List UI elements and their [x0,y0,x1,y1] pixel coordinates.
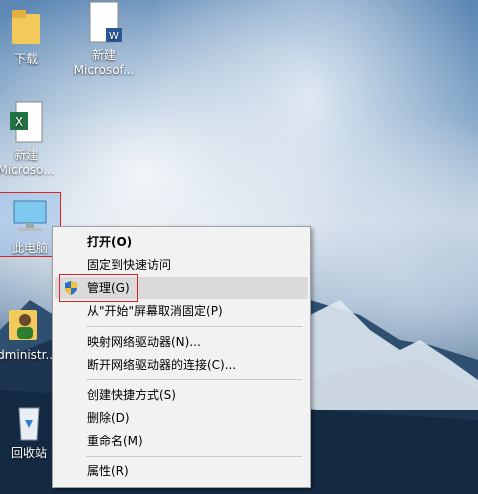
menu-item-disconnect-network-drive[interactable]: 断开网络驱动器的连接(C)... [55,354,308,376]
excel-doc-icon: X [6,100,46,146]
menu-item-properties[interactable]: 属性(R) [55,460,308,482]
icon-label: 新建 Microso... [0,148,55,177]
icon-label: 新建 Microsof... [73,48,135,77]
icon-label: 下载 [13,52,38,66]
menu-item-delete[interactable]: 删除(D) [55,407,308,429]
menu-item-unpin-start[interactable]: 从"开始"屏幕取消固定(P) [55,300,308,322]
folder-icon [6,4,46,50]
menu-item-manage[interactable]: 管理(G) [55,277,308,299]
context-menu: 打开(O) 固定到快速访问 管理(G) 从"开始"屏幕取消固定(P) 映射网络驱… [52,226,311,488]
menu-separator [86,379,302,380]
menu-item-label: 管理(G) [87,281,130,295]
desktop-icon-this-pc[interactable]: 此电脑 [0,192,61,257]
desktop-icon-downloads[interactable]: 下载 [0,4,61,67]
icon-label: 此电脑 [11,241,48,255]
menu-item-map-network-drive[interactable]: 映射网络驱动器(N)... [55,331,308,353]
desktop-icon-word-doc[interactable]: W 新建 Microsof... [69,0,139,78]
menu-item-create-shortcut[interactable]: 创建快捷方式(S) [55,384,308,406]
svg-text:X: X [15,115,23,129]
menu-item-open[interactable]: 打开(O) [55,231,308,253]
shield-icon [65,281,77,295]
user-folder-icon [3,300,43,346]
desktop-icon-administrator[interactable]: Administr... [0,300,58,363]
menu-item-rename[interactable]: 重命名(M) [55,430,308,452]
menu-separator [86,326,302,327]
word-doc-icon: W [84,0,124,46]
menu-separator [86,456,302,457]
computer-icon [10,193,50,239]
desktop-icon-excel-doc[interactable]: X 新建 Microso... [0,100,61,178]
menu-item-pin-quick-access[interactable]: 固定到快速访问 [55,254,308,276]
recycle-bin-icon [9,398,49,444]
icon-label: Administr... [0,348,57,362]
svg-text:W: W [109,31,119,42]
